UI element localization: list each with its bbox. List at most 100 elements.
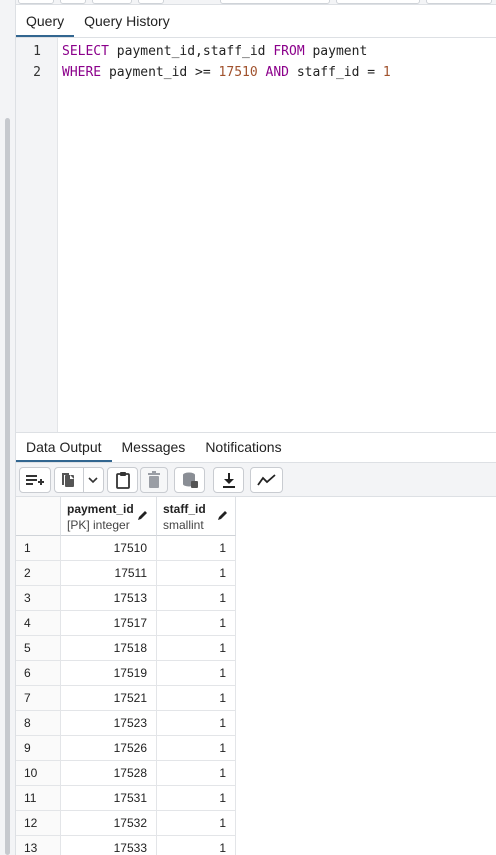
toolbar-button[interactable] (336, 0, 420, 4)
row-number[interactable]: 2 (16, 561, 61, 586)
cell-staff-id[interactable]: 1 (157, 711, 236, 736)
cell-payment-id[interactable]: 17511 (61, 561, 157, 586)
table-row[interactable]: 10 17528 1 (16, 761, 236, 786)
row-number[interactable]: 13 (16, 836, 61, 855)
table-row[interactable]: 11 17531 1 (16, 786, 236, 811)
chevron-down-icon (87, 477, 98, 484)
data-output-toolbar (16, 463, 496, 497)
line-number: 2 (33, 65, 41, 80)
cell-payment-id[interactable]: 17523 (61, 711, 157, 736)
row-number[interactable]: 1 (16, 536, 61, 561)
column-type: [PK] integer (67, 518, 130, 532)
sql-keyword: AND (265, 65, 289, 80)
cell-payment-id[interactable]: 17513 (61, 586, 157, 611)
column-header-payment-id[interactable]: payment_id [PK] integer (61, 497, 157, 536)
cell-staff-id[interactable]: 1 (157, 561, 236, 586)
tab-messages[interactable]: Messages (112, 432, 196, 462)
edit-pencil-icon[interactable] (217, 509, 229, 521)
tab-data-output[interactable]: Data Output (16, 432, 112, 462)
row-number[interactable]: 5 (16, 636, 61, 661)
cell-staff-id[interactable]: 1 (157, 661, 236, 686)
tab-query-history[interactable]: Query History (74, 5, 180, 37)
cell-payment-id[interactable]: 17528 (61, 761, 157, 786)
save-data-button[interactable] (174, 467, 205, 493)
table-row[interactable]: 12 17532 1 (16, 811, 236, 836)
cell-payment-id[interactable]: 17521 (61, 686, 157, 711)
row-number[interactable]: 3 (16, 586, 61, 611)
row-number[interactable]: 7 (16, 686, 61, 711)
cell-staff-id[interactable]: 1 (157, 636, 236, 661)
sql-number: 17510 (218, 65, 258, 80)
toolbar-button[interactable] (426, 0, 492, 4)
download-icon (222, 473, 235, 488)
code-line[interactable]: SELECT payment_id,staff_id FROM payment (62, 44, 367, 59)
row-number[interactable]: 12 (16, 811, 61, 836)
tab-notifications[interactable]: Notifications (195, 432, 291, 462)
row-number[interactable]: 10 (16, 761, 61, 786)
sql-number: 1 (382, 65, 391, 80)
cell-payment-id[interactable]: 17517 (61, 611, 157, 636)
table-row[interactable]: 7 17521 1 (16, 686, 236, 711)
toolbar-button[interactable] (18, 0, 54, 4)
cell-staff-id[interactable]: 1 (157, 786, 236, 811)
vertical-scrollbar[interactable] (5, 118, 10, 855)
row-number[interactable]: 11 (16, 786, 61, 811)
add-row-button[interactable] (19, 467, 51, 493)
sql-editor[interactable]: 1 2 SELECT payment_id,staff_id FROM payme… (16, 38, 496, 432)
table-row[interactable]: 6 17519 1 (16, 661, 236, 686)
cell-staff-id[interactable]: 1 (157, 736, 236, 761)
toolbar-button[interactable] (138, 0, 164, 4)
cell-payment-id[interactable]: 17531 (61, 786, 157, 811)
cell-staff-id[interactable]: 1 (157, 536, 236, 561)
column-header-staff-id[interactable]: staff_id smallint (157, 497, 236, 536)
save-data-icon (182, 472, 198, 488)
delete-button[interactable] (140, 467, 168, 493)
cell-staff-id[interactable]: 1 (157, 586, 236, 611)
cell-payment-id[interactable]: 17533 (61, 836, 157, 855)
query-tool-window: Query Query History 12 SELECT payment_id,… (0, 0, 496, 855)
table-row[interactable]: 13 17533 1 (16, 836, 236, 855)
cell-payment-id[interactable]: 17526 (61, 736, 157, 761)
copy-button[interactable] (54, 467, 104, 493)
table-row[interactable]: 5 17518 1 (16, 636, 236, 661)
row-number[interactable]: 9 (16, 736, 61, 761)
code-line[interactable]: WHERE payment_id >= 17510 AND staff_id =… (62, 65, 391, 80)
column-name: payment_id (67, 502, 134, 516)
table-row[interactable]: 4 17517 1 (16, 611, 236, 636)
cell-payment-id[interactable]: 17532 (61, 811, 157, 836)
query-tabs: Query Query History (16, 5, 496, 38)
table-row[interactable]: 2 17511 1 (16, 561, 236, 586)
row-number[interactable]: 4 (16, 611, 61, 636)
toolbar-button[interactable] (92, 0, 132, 4)
toolbar-button[interactable] (220, 0, 330, 4)
toolbar-button[interactable] (60, 0, 86, 4)
edit-pencil-icon[interactable] (137, 509, 149, 521)
cell-staff-id[interactable]: 1 (157, 811, 236, 836)
tab-query[interactable]: Query (16, 5, 75, 37)
data-grid: payment_id [PK] integer staff_id smallin… (16, 497, 496, 855)
row-number-header[interactable] (16, 497, 61, 536)
table-row[interactable]: 9 17526 1 (16, 736, 236, 761)
table-row[interactable]: 8 17523 1 (16, 711, 236, 736)
cell-payment-id[interactable]: 17519 (61, 661, 157, 686)
add-row-icon (26, 475, 44, 485)
table-row[interactable]: 1 17510 1 (16, 536, 236, 561)
cell-staff-id[interactable]: 1 (157, 611, 236, 636)
table-row[interactable]: 3 17513 1 (16, 586, 236, 611)
cell-staff-id[interactable]: 1 (157, 686, 236, 711)
delete-icon (148, 471, 160, 488)
row-number[interactable]: 6 (16, 661, 61, 686)
graph-icon (256, 474, 276, 486)
sql-text: staff_id = (289, 65, 383, 80)
sql-keyword: SELECT (62, 44, 109, 59)
cell-staff-id[interactable]: 1 (157, 836, 236, 855)
output-tabs: Data Output Messages Notifications (16, 432, 496, 463)
cell-payment-id[interactable]: 17510 (61, 536, 157, 561)
row-number[interactable]: 8 (16, 711, 61, 736)
cell-payment-id[interactable]: 17518 (61, 636, 157, 661)
paste-button[interactable] (107, 467, 138, 493)
download-button[interactable] (213, 467, 244, 493)
graph-visualiser-button[interactable] (250, 467, 283, 493)
cell-staff-id[interactable]: 1 (157, 761, 236, 786)
copy-icon (61, 473, 74, 487)
